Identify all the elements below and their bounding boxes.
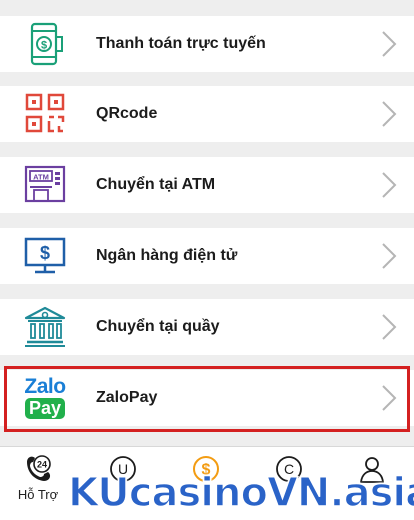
menu-item-label: Chuyển tại ATM [96,176,216,193]
menu-item-e-banking[interactable]: $ Ngân hàng điện tử [0,228,414,284]
support-24-icon: 24 [27,455,51,481]
zalopay-highlight-frame [4,366,410,432]
svg-text:$: $ [41,40,47,52]
qrcode-icon [22,91,68,137]
bank-building-icon [22,304,68,350]
menu-item-label: Thanh toán trực tuyến [96,35,266,52]
mobile-payment-icon: $ [22,21,68,67]
chevron-right-icon [382,31,397,57]
support-badge-text: 24 [37,460,47,470]
menu-item-qrcode[interactable]: QRcode [0,86,414,142]
svg-text:$: $ [40,243,50,263]
chevron-right-icon [382,101,397,127]
menu-item-label: Ngân hàng điện tử [96,247,238,264]
watermark-text: KUcasinoVN.asia [67,469,414,517]
chevron-right-icon [382,314,397,340]
chevron-right-icon [382,172,397,198]
tab-label: Hỗ Trợ [17,487,59,502]
chevron-right-icon [382,243,397,269]
svg-text:ATM: ATM [33,173,49,182]
menu-item-label: QRcode [96,105,158,122]
menu-item-atm[interactable]: ATM Chuyển tại ATM [0,157,414,213]
menu-item-online-payment[interactable]: $ Thanh toán trực tuyến [0,16,414,72]
monitor-dollar-icon: $ [22,233,68,279]
tab-support[interactable]: 24 Hỗ Trợ [3,453,73,513]
menu-item-label: Chuyển tại quầy [96,318,220,335]
menu-item-counter-transfer[interactable]: Chuyển tại quầy [0,299,414,355]
atm-icon: ATM [22,162,68,208]
